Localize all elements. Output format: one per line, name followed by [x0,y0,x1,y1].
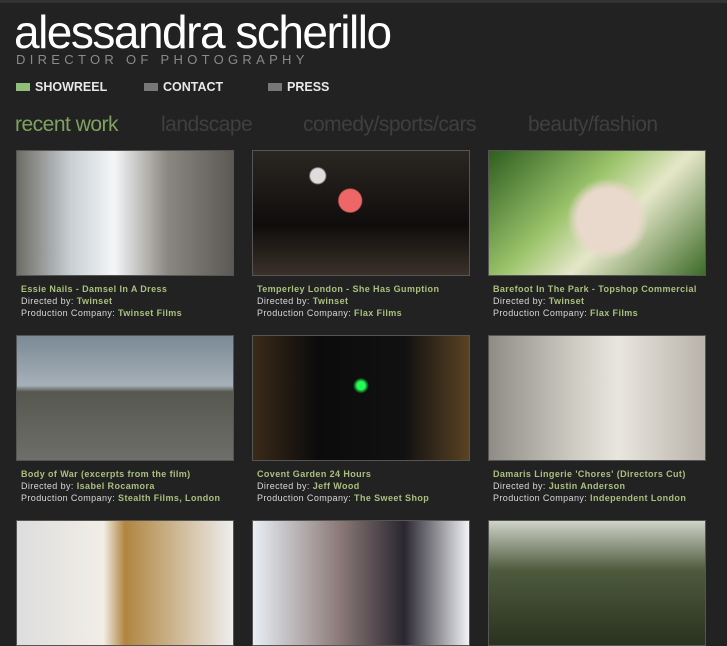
work-title[interactable]: Temperley London - She Has Gumption [257,284,439,294]
director-name: Jeff Wood [312,481,360,491]
work-card [16,520,234,646]
work-card: Damaris Lingerie 'Chores' (Directors Cut… [488,335,706,504]
production-label: Production Company: [493,493,591,503]
work-thumbnail[interactable] [252,150,470,276]
square-icon [16,83,30,91]
company-name: The Sweet Shop [354,493,430,503]
work-caption: Barefoot In The Park - Topshop Commercia… [488,276,706,319]
directed-label: Directed by: [257,481,313,491]
square-icon [268,83,282,91]
work-card [252,520,470,646]
work-title[interactable]: Covent Garden 24 Hours [257,469,371,479]
work-title[interactable]: Essie Nails - Damsel In A Dress [21,284,167,294]
directed-label: Directed by: [493,481,549,491]
production-label: Production Company: [257,493,355,503]
production-label: Production Company: [493,308,591,318]
work-title[interactable]: Damaris Lingerie 'Chores' (Directors Cut… [493,469,686,479]
company-name: Stealth Films, London [118,493,221,503]
director-name: Justin Anderson [548,481,626,491]
work-thumbnail[interactable] [16,335,234,461]
directed-label: Directed by: [21,296,77,306]
company-name: Flax Films [354,308,403,318]
work-title[interactable]: Body of War (excerpts from the film) [21,469,191,479]
work-caption: Body of War (excerpts from the film) Dir… [16,461,234,504]
directed-label: Directed by: [493,296,549,306]
work-card: Body of War (excerpts from the film) Dir… [16,335,234,504]
director-name: Twinset [76,296,113,306]
company-name: Independent London [590,493,687,503]
nav-label: CONTACT [163,80,224,94]
company-name: Twinset Films [118,308,183,318]
work-caption: Covent Garden 24 Hours Directed by: Jeff… [252,461,470,504]
production-label: Production Company: [21,308,119,318]
work-thumbnail[interactable] [488,520,706,646]
nav-contact[interactable]: CONTACT [144,80,223,94]
tab-recent-work[interactable]: recent work [15,113,119,137]
directed-label: Directed by: [21,481,77,491]
work-thumbnail[interactable] [488,150,706,276]
company-name: Flax Films [590,308,639,318]
work-caption: Essie Nails - Damsel In A Dress Directed… [16,276,234,319]
work-thumbnail[interactable] [252,520,470,646]
nav-label: SHOWREEL [35,80,108,94]
work-thumbnail[interactable] [16,520,234,646]
nav-label: PRESS [287,80,330,94]
site-name: alessandra scherillo [14,6,392,58]
site-subtitle: DIRECTOR OF PHOTOGRAPHY [16,52,309,67]
tab-landscape[interactable]: landscape [161,113,253,137]
work-thumbnail[interactable] [252,335,470,461]
production-label: Production Company: [257,308,355,318]
work-thumbnail[interactable] [16,150,234,276]
work-title[interactable]: Barefoot In The Park - Topshop Commercia… [493,284,697,294]
directed-label: Directed by: [257,296,313,306]
work-card: Temperley London - She Has Gumption Dire… [252,150,470,319]
director-name: Twinset [548,296,585,306]
square-icon [144,83,158,91]
work-card [488,520,706,646]
director-name: Isabel Rocamora [76,481,155,491]
production-label: Production Company: [21,493,119,503]
tab-beauty-fashion[interactable]: beauty/fashion [528,113,658,137]
work-card: Essie Nails - Damsel In A Dress Directed… [16,150,234,319]
tab-comedy-sports-cars[interactable]: comedy/sports/cars [303,113,477,137]
work-card: Covent Garden 24 Hours Directed by: Jeff… [252,335,470,504]
director-name: Twinset [312,296,349,306]
work-thumbnail[interactable] [488,335,706,461]
work-card: Barefoot In The Park - Topshop Commercia… [488,150,706,319]
work-caption: Temperley London - She Has Gumption Dire… [252,276,470,319]
work-caption: Damaris Lingerie 'Chores' (Directors Cut… [488,461,706,504]
nav-showreel[interactable]: SHOWREEL [16,80,107,94]
nav-press[interactable]: PRESS [268,80,329,94]
